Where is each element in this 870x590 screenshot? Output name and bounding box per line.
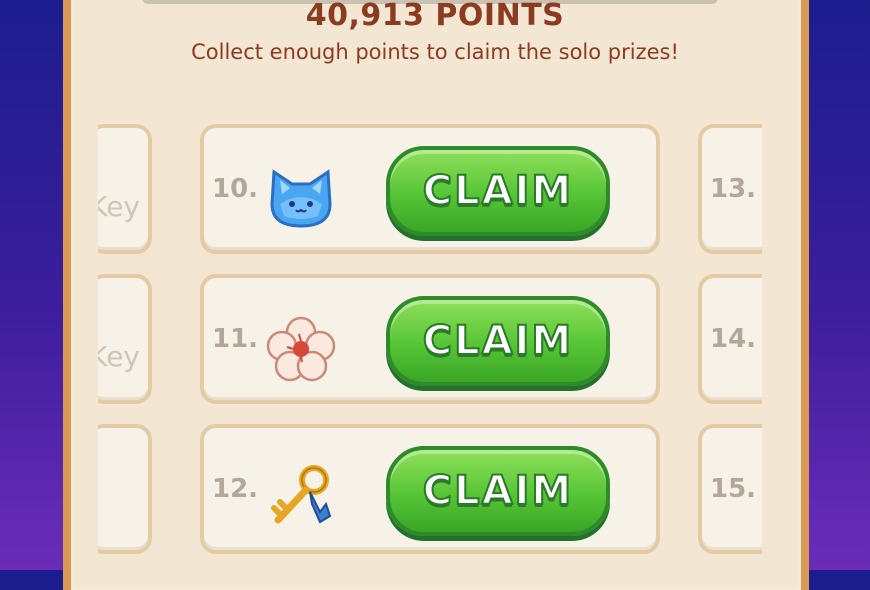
golden-key-icon — [271, 465, 332, 524]
prize-card-12: 12. CLAIM — [200, 424, 660, 554]
prize-card-previous: Key — [98, 274, 152, 404]
prize-number: 12. — [212, 474, 259, 504]
claim-button[interactable]: CLAIM — [386, 296, 610, 386]
prize-card-13: 13. — [698, 124, 762, 254]
prize-list-viewport[interactable]: Key Key 10. CLAIM 11. — [98, 120, 762, 570]
prize-card-previous: Key — [98, 124, 152, 254]
prizes-subtitle: Collect enough points to claim the solo … — [191, 40, 679, 64]
claim-button-label: CLAIM — [422, 467, 574, 515]
prize-number: 14. — [710, 324, 757, 354]
prize-label-partial: Key — [98, 190, 140, 223]
prize-card-10: 10. CLAIM — [200, 124, 660, 254]
prize-card-14: 14. — [698, 274, 762, 404]
prize-card-15: 15. — [698, 424, 762, 554]
claim-button-label: CLAIM — [422, 317, 574, 365]
claim-button[interactable]: CLAIM — [386, 146, 610, 236]
prize-number: 13. — [710, 174, 757, 204]
prize-card-previous — [98, 424, 152, 554]
points-total: 40,913 POINTS — [305, 0, 565, 33]
claim-button-label: CLAIM — [422, 167, 574, 215]
crystal-cat-icon — [270, 169, 332, 228]
claim-button[interactable]: CLAIM — [386, 446, 610, 536]
prize-number: 11. — [212, 324, 259, 354]
cotton-flower-icon — [266, 316, 336, 382]
prize-card-11: 11. CLAIM — [200, 274, 660, 404]
prize-number: 15. — [710, 474, 757, 504]
prize-label-partial: Key — [98, 340, 140, 373]
prize-number: 10. — [212, 174, 259, 204]
